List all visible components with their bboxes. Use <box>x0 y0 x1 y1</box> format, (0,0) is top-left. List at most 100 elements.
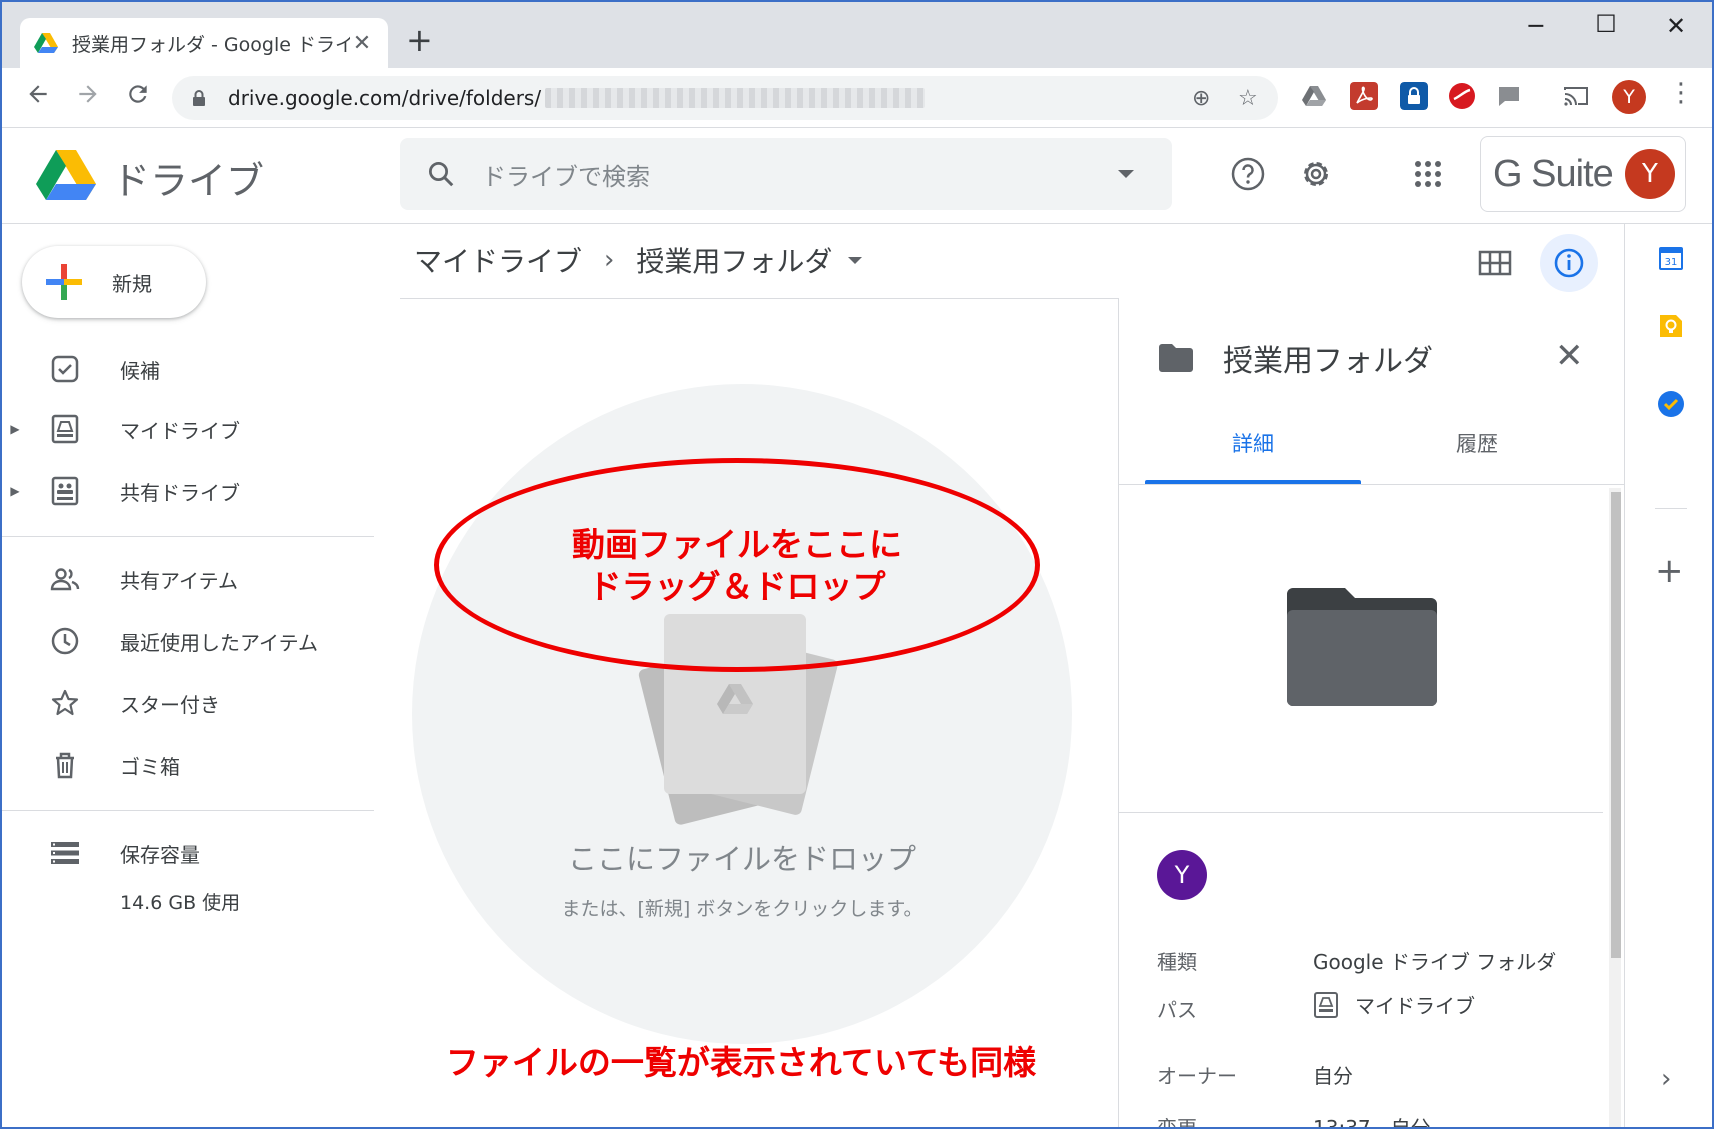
detail-label-owner: オーナー <box>1157 1064 1237 1088</box>
annotation-callout-line1: 動画ファイルをここに <box>572 525 902 564</box>
tab-activity[interactable]: 履歴 <box>1369 428 1585 458</box>
details-close-icon[interactable]: ✕ <box>1555 336 1584 376</box>
keep-icon[interactable] <box>1657 312 1685 340</box>
breadcrumb-current-folder[interactable]: 授業用フォルダ <box>636 240 832 280</box>
scrollbar-thumb[interactable] <box>1611 492 1621 958</box>
sidebar-item-suggested[interactable]: 候補 <box>2 344 374 394</box>
side-panel-rail: 31 + › <box>1624 224 1712 1127</box>
tab-title: 授業用フォルダ - Google ドライブ <box>72 33 350 56</box>
cast-icon[interactable] <box>1562 82 1590 110</box>
drop-zone-subtitle: または、[新規] ボタンをクリックします。 <box>561 898 923 920</box>
url-text: drive.google.com/drive/folders/ <box>228 86 542 110</box>
sidebar-item-label: 共有ドライブ <box>120 480 240 505</box>
apps-grid-icon[interactable] <box>1408 154 1448 194</box>
settings-gear-icon[interactable] <box>1296 154 1336 194</box>
sidebar-item-shared-drives[interactable]: ▶ 共有ドライブ <box>2 466 374 516</box>
account-avatar[interactable]: Y <box>1625 149 1675 199</box>
detail-value-owner: 自分 <box>1313 1064 1353 1088</box>
tab-close-icon[interactable]: ✕ <box>350 31 374 56</box>
reload-icon <box>129 85 147 103</box>
detail-value-path[interactable]: マイドライブ <box>1313 990 1475 1019</box>
sidebar-divider <box>2 810 374 811</box>
maximize-button[interactable]: ☐ <box>1586 10 1626 38</box>
gsuite-label: G Suite <box>1493 152 1614 195</box>
folder-menu-caret-icon[interactable] <box>848 256 863 264</box>
sidebar-item-label: 候補 <box>120 358 160 383</box>
tab-details[interactable]: 詳細 <box>1145 428 1361 458</box>
browser-tab[interactable]: 授業用フォルダ - Google ドライブ ✕ <box>20 18 388 68</box>
sidebar-item-trash[interactable]: ゴミ箱 <box>2 740 374 790</box>
tabs-divider <box>1119 484 1624 485</box>
address-bar[interactable]: drive.google.com/drive/folders/ ⊕ ☆ <box>172 76 1278 120</box>
breadcrumb: マイドライブ › 授業用フォルダ <box>414 240 863 280</box>
sidebar-item-starred[interactable]: スター付き <box>2 678 374 728</box>
expand-arrow-icon[interactable]: ▶ <box>2 422 28 436</box>
bookmark-star-icon[interactable]: ☆ <box>1238 86 1258 111</box>
sidebar-item-shared-with-me[interactable]: 共有アイテム <box>2 554 374 604</box>
check-box-icon <box>51 355 79 383</box>
drive-header: ドライブ ドライブで検索 G Suite Y <box>2 128 1712 224</box>
chat-extension-icon[interactable] <box>1496 82 1524 110</box>
google-drive-logo[interactable] <box>36 148 96 202</box>
calendar-icon[interactable]: 31 <box>1657 244 1685 272</box>
help-icon[interactable] <box>1228 154 1268 194</box>
detail-label-type: 種類 <box>1157 950 1197 974</box>
profile-avatar[interactable]: Y <box>1612 80 1646 114</box>
details-toggle-button[interactable] <box>1540 234 1598 292</box>
browser-menu-icon[interactable]: ⋮ <box>1668 78 1694 108</box>
my-drive-icon <box>51 414 79 444</box>
details-divider <box>1119 812 1603 813</box>
arrow-left-icon <box>29 85 47 103</box>
owner-avatar[interactable]: Y <box>1157 850 1207 900</box>
add-circle-icon[interactable]: ⊕ <box>1192 86 1210 111</box>
detail-value-modified: 13:37 自分 <box>1313 1116 1431 1129</box>
reload-button[interactable] <box>120 80 156 116</box>
new-button[interactable]: 新規 <box>22 246 206 318</box>
search-box[interactable]: ドライブで検索 <box>400 138 1172 210</box>
forward-button[interactable] <box>70 80 106 116</box>
expand-arrow-icon[interactable]: ▶ <box>2 484 28 498</box>
people-icon <box>50 568 80 591</box>
window-close-button[interactable]: ✕ <box>1656 12 1696 40</box>
sidebar-item-label: マイドライブ <box>120 418 240 443</box>
browser-toolbar: drive.google.com/drive/folders/ ⊕ ☆ Y ⋮ <box>2 68 1712 128</box>
sidebar-item-my-drive[interactable]: ▶ マイドライブ <box>2 404 374 454</box>
breadcrumb-my-drive[interactable]: マイドライブ <box>414 240 582 280</box>
drive-favicon-icon <box>34 33 58 53</box>
sidebar-item-recent[interactable]: 最近使用したアイテム <box>2 616 374 666</box>
new-tab-button[interactable]: + <box>406 24 433 56</box>
sidebar-item-label: 共有アイテム <box>120 568 238 593</box>
app-name: ドライブ <box>112 159 265 203</box>
storage-icon <box>51 842 79 864</box>
my-drive-icon <box>1314 991 1338 1018</box>
annotation-bottom-note: ファイルの一覧が表示されていても同様 <box>445 1043 1037 1082</box>
password-extension-icon[interactable] <box>1400 82 1428 110</box>
new-button-label: 新規 <box>112 271 152 296</box>
gsuite-account-button[interactable]: G Suite Y <box>1480 136 1686 212</box>
back-button[interactable] <box>20 80 56 116</box>
info-icon <box>1554 248 1584 278</box>
search-options-icon[interactable] <box>1118 170 1134 178</box>
sidebar-item-label: 保存容量 <box>120 842 200 867</box>
expand-panel-icon[interactable]: › <box>1661 1064 1671 1094</box>
search-input[interactable]: ドライブで検索 <box>482 157 1118 192</box>
detail-label-path: パス <box>1157 998 1197 1022</box>
sidebar-item-storage[interactable]: 保存容量 <box>2 828 374 878</box>
add-addon-icon[interactable]: + <box>1655 554 1684 588</box>
sidebar-item-label: スター付き <box>120 692 220 717</box>
folder-preview-icon <box>1287 588 1437 706</box>
sidebar-item-label: 最近使用したアイテム <box>120 630 318 655</box>
calendar-day: 31 <box>1665 257 1678 268</box>
folder-icon <box>1159 344 1193 372</box>
detail-value-type: Google ドライブ フォルダ <box>1313 950 1557 974</box>
security-extension-icon[interactable] <box>1448 82 1476 110</box>
sidebar-divider <box>2 536 374 537</box>
url-redacted <box>545 88 926 108</box>
grid-view-icon[interactable] <box>1478 248 1512 278</box>
drive-extension-icon[interactable] <box>1300 82 1328 110</box>
tasks-icon[interactable] <box>1657 390 1685 418</box>
sidebar-item-label: ゴミ箱 <box>120 754 180 779</box>
pdf-extension-icon[interactable] <box>1350 82 1378 110</box>
minimize-button[interactable]: ─ <box>1516 12 1556 40</box>
search-icon[interactable] <box>426 159 456 189</box>
